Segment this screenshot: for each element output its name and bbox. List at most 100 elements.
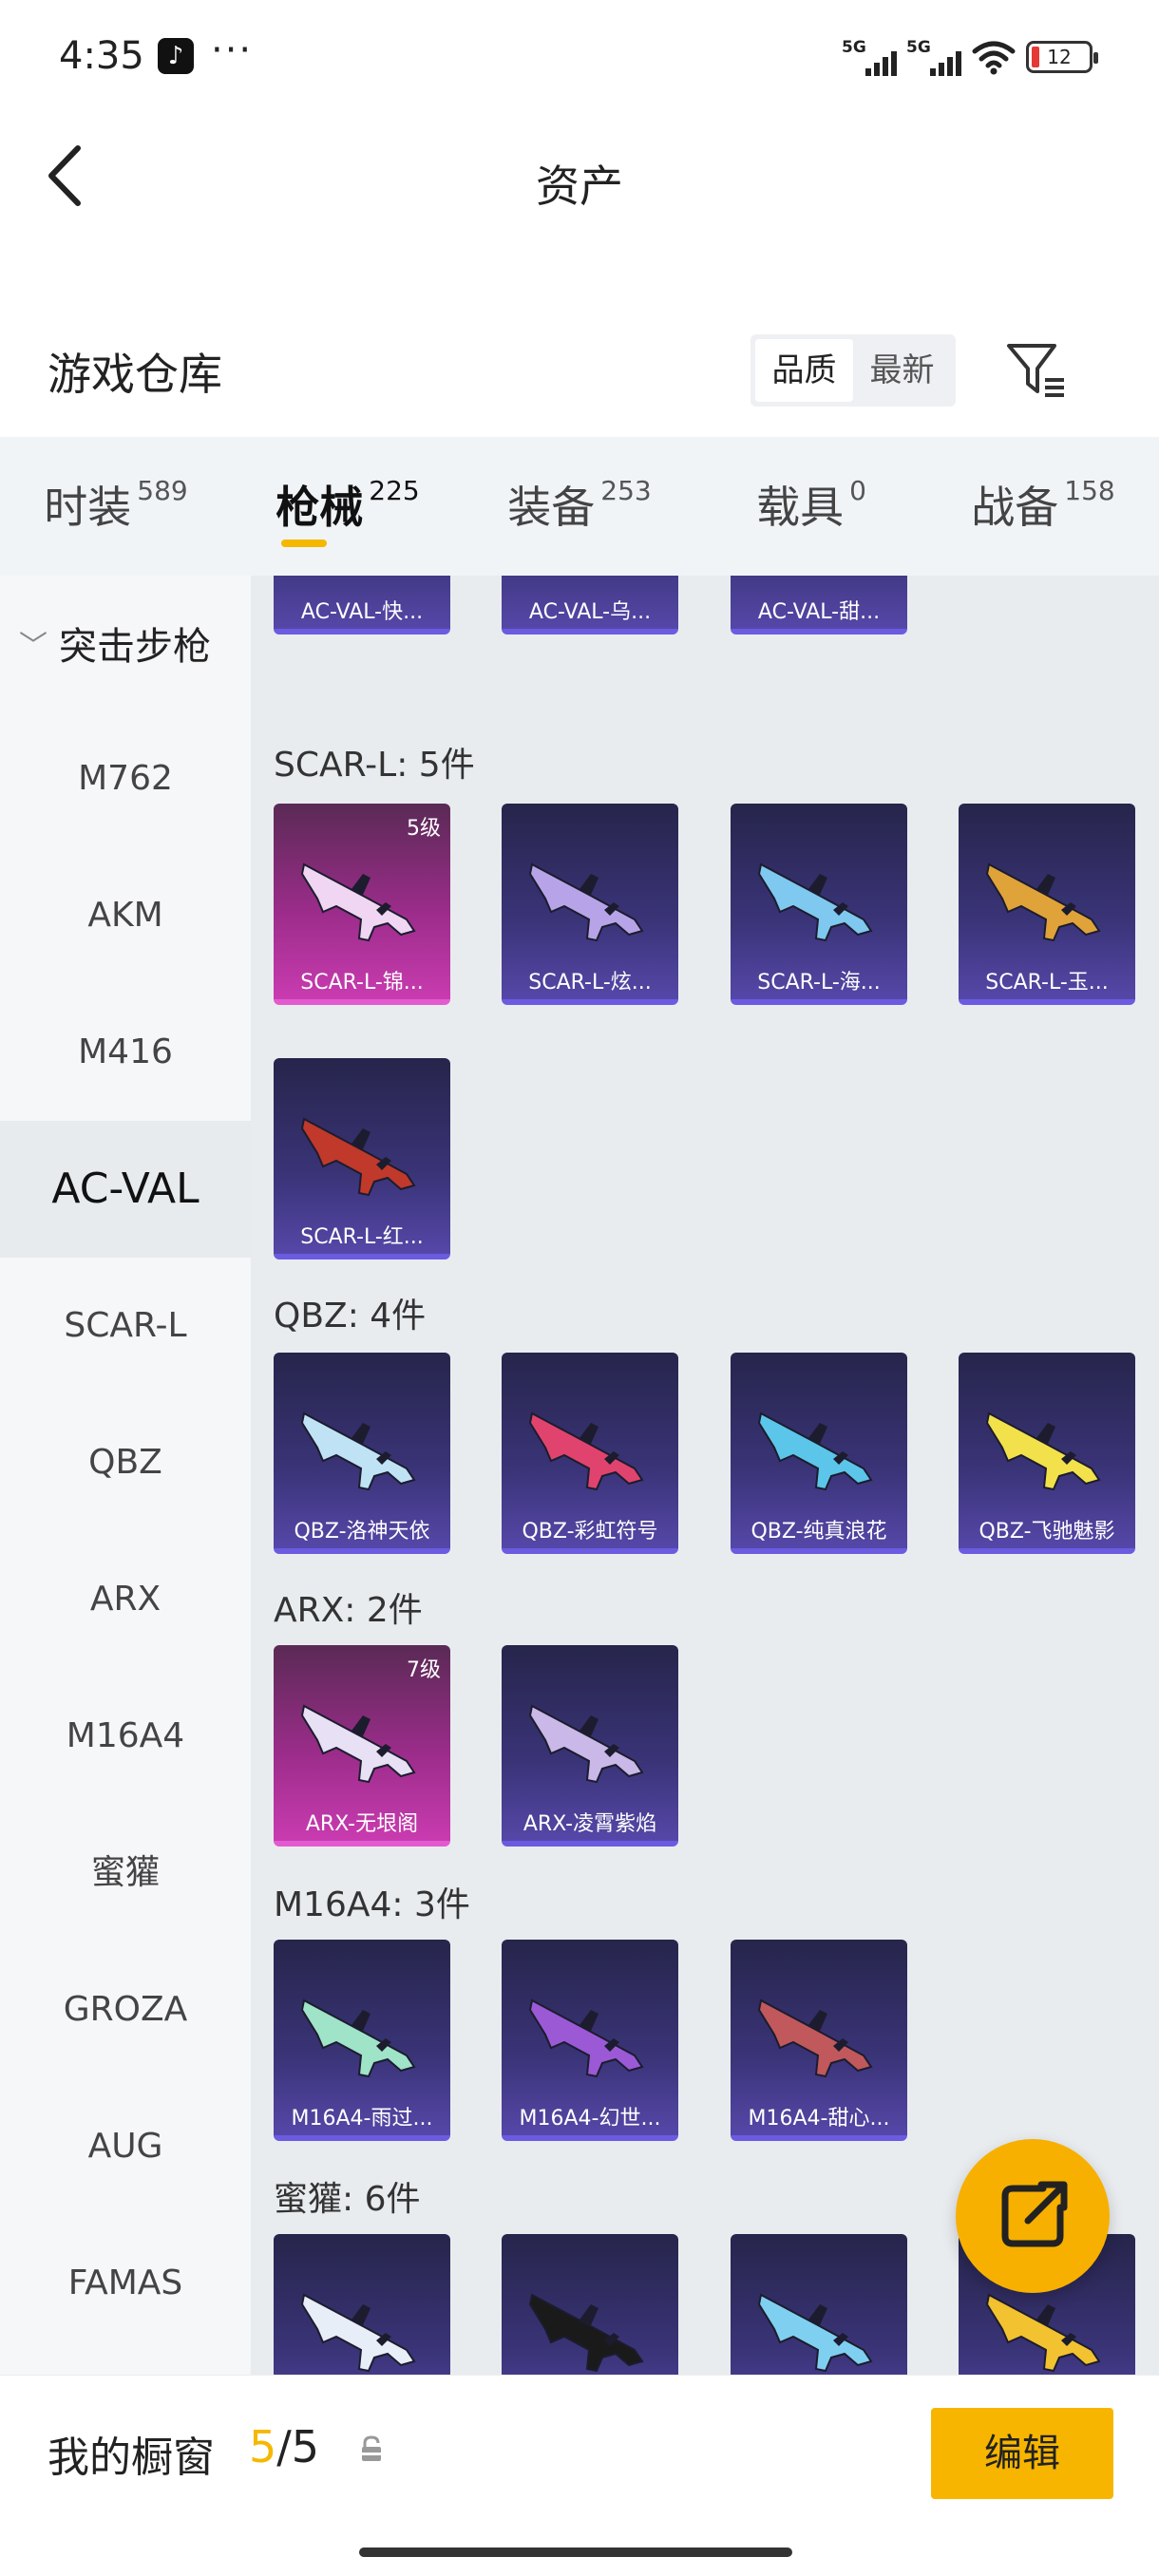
tab-label: 枪械 bbox=[276, 482, 364, 533]
sidebar-group-assault-rifle[interactable]: ﹀ 突击步枪 bbox=[0, 576, 251, 710]
weapon-skin-card[interactable]: QBZ-彩虹符号 bbox=[502, 1353, 678, 1554]
weapon-skin-card[interactable]: QBZ-飞驰魅影 bbox=[959, 1353, 1135, 1554]
nav-bar: 资产 bbox=[0, 114, 1159, 237]
lock-icon bbox=[359, 2434, 384, 2463]
weapon-skin-card[interactable]: SCAR-L-红... bbox=[274, 1058, 450, 1260]
share-button[interactable] bbox=[956, 2139, 1110, 2293]
sidebar-item-m762[interactable]: M762 bbox=[0, 710, 251, 847]
showcase-title: 我的橱窗 bbox=[48, 2434, 215, 2482]
sidebar-item-qbz[interactable]: QBZ bbox=[0, 1394, 251, 1531]
weapon-skin-card[interactable]: ARX-凌霄紫焰 bbox=[502, 1645, 678, 1847]
rifle-icon bbox=[757, 1411, 873, 1491]
tab-label: 载具 bbox=[756, 482, 845, 533]
rifle-icon bbox=[300, 862, 416, 942]
rifle-icon bbox=[985, 1411, 1101, 1491]
battery-icon: 12 bbox=[1026, 41, 1098, 73]
weapon-skin-name: SCAR-L-炫... bbox=[528, 971, 652, 994]
showcase-bar: 我的橱窗 5/5 编辑 bbox=[0, 2375, 1159, 2576]
sidebar-item-scar-l[interactable]: SCAR-L bbox=[0, 1258, 251, 1394]
weapon-skin-card[interactable] bbox=[502, 2234, 678, 2375]
rifle-icon bbox=[757, 862, 873, 942]
tab-vehicles[interactable]: 载具 0 bbox=[695, 437, 927, 576]
warehouse-title: 游戏仓库 bbox=[48, 349, 222, 400]
group-title: QBZ: 4件 bbox=[274, 1297, 427, 1335]
weapon-skin-name: ARX-无垠阁 bbox=[305, 1812, 419, 1836]
tab-count: 158 bbox=[1064, 475, 1115, 506]
sidebar-item-honey-badger[interactable]: 蜜獾 bbox=[0, 1805, 251, 1941]
weapon-skin-card[interactable] bbox=[274, 2234, 450, 2375]
weapon-skin-name: QBZ-彩虹符号 bbox=[522, 1520, 658, 1544]
weapon-skin-card[interactable]: QBZ-洛神天依 bbox=[274, 1353, 450, 1554]
weapon-skin-name: M16A4-雨过... bbox=[291, 2107, 433, 2131]
tab-label: 时装 bbox=[44, 482, 132, 533]
category-tabs: 时装 589 枪械 225 装备 253 载具 0 战备 158 bbox=[0, 437, 1159, 576]
tab-count: 253 bbox=[600, 475, 652, 506]
sidebar-item-famas[interactable]: FAMAS bbox=[0, 2215, 251, 2352]
sidebar-item-m416[interactable]: M416 bbox=[0, 984, 251, 1121]
status-bar: 4:35 ♪ ··· 5G 5G 12 bbox=[0, 0, 1159, 114]
showcase-count: 5/5 bbox=[249, 2421, 320, 2472]
sidebar-item-ac-val[interactable]: AC-VAL bbox=[0, 1121, 251, 1258]
status-icons: 5G 5G 12 bbox=[842, 36, 1098, 78]
showcase-total: 5 bbox=[291, 2421, 320, 2472]
weapon-skin-name: SCAR-L-玉... bbox=[985, 971, 1109, 994]
weapon-skin-name: SCAR-L-红... bbox=[300, 1225, 424, 1249]
sidebar-item-groza[interactable]: GROZA bbox=[0, 1941, 251, 2078]
showcase-current: 5 bbox=[249, 2421, 277, 2472]
sort-quality-option[interactable]: 品质 bbox=[755, 339, 853, 402]
weapon-skin-card[interactable]: QBZ-纯真浪花 bbox=[731, 1353, 907, 1554]
tab-equipment[interactable]: 装备 253 bbox=[464, 437, 695, 576]
rifle-icon bbox=[985, 862, 1101, 942]
sidebar-item-m16a4[interactable]: M16A4 bbox=[0, 1668, 251, 1805]
rifle-icon bbox=[294, 576, 429, 579]
status-time: 4:35 bbox=[59, 34, 144, 78]
weapon-skin-card[interactable]: AC-VAL-甜... bbox=[731, 576, 907, 635]
tab-count: 589 bbox=[137, 475, 188, 506]
filter-icon[interactable] bbox=[1005, 340, 1068, 401]
weapon-skin-name: QBZ-飞驰魅影 bbox=[978, 1520, 1115, 1544]
rifle-icon bbox=[751, 576, 886, 579]
weapon-skin-card[interactable]: M16A4-幻世... bbox=[502, 1940, 678, 2141]
weapon-skin-name: AC-VAL-甜... bbox=[757, 600, 881, 624]
rifle-icon bbox=[300, 1704, 416, 1784]
level-badge: 5级 bbox=[407, 817, 441, 841]
rifle-icon bbox=[300, 1411, 416, 1491]
sort-newest-option[interactable]: 最新 bbox=[853, 339, 951, 402]
tab-count: 0 bbox=[849, 475, 866, 506]
rifle-icon bbox=[528, 1998, 644, 2078]
weapon-skin-card[interactable]: SCAR-L-炫... bbox=[502, 804, 678, 1005]
signal-label: 5G bbox=[842, 38, 866, 57]
weapon-skin-card[interactable]: SCAR-L-海... bbox=[731, 804, 907, 1005]
weapon-skin-card[interactable]: SCAR-L-玉... bbox=[959, 804, 1135, 1005]
sidebar-item-arx[interactable]: ARX bbox=[0, 1531, 251, 1668]
weapon-skin-card[interactable]: AC-VAL-快... bbox=[274, 576, 450, 635]
tab-guns[interactable]: 枪械 225 bbox=[232, 437, 464, 576]
weapon-skin-card[interactable]: M16A4-甜心... bbox=[731, 1940, 907, 2141]
home-indicator bbox=[359, 2548, 792, 2557]
tab-fashion[interactable]: 时装 589 bbox=[0, 437, 232, 576]
rifle-icon bbox=[300, 1998, 416, 2078]
weapon-skin-name: ARX-凌霄紫焰 bbox=[522, 1812, 657, 1836]
weapon-skin-card[interactable] bbox=[731, 2234, 907, 2375]
weapon-skin-name: M16A4-幻世... bbox=[519, 2107, 661, 2131]
edit-button[interactable]: 编辑 bbox=[931, 2408, 1113, 2499]
tab-underline bbox=[281, 540, 327, 547]
warehouse-header: 游戏仓库 品质 最新 bbox=[0, 313, 1159, 427]
weapon-skin-card[interactable]: M16A4-雨过... bbox=[274, 1940, 450, 2141]
weapon-skin-name: QBZ-纯真浪花 bbox=[750, 1520, 887, 1544]
sidebar-item-akm[interactable]: AKM bbox=[0, 847, 251, 984]
signal-icon: 5G bbox=[906, 38, 961, 76]
rifle-icon bbox=[757, 1998, 873, 2078]
share-icon bbox=[1001, 2181, 1068, 2247]
chevron-down-icon: ﹀ bbox=[19, 630, 48, 663]
sidebar-item-aug[interactable]: AUG bbox=[0, 2078, 251, 2215]
tab-tactical[interactable]: 战备 158 bbox=[927, 437, 1159, 576]
weapon-skin-card[interactable]: 7级 ARX-无垠阁 bbox=[274, 1645, 450, 1847]
rifle-icon bbox=[300, 1117, 416, 1197]
weapon-skin-card[interactable]: 5级 SCAR-L-锦... bbox=[274, 804, 450, 1005]
weapon-skin-name: SCAR-L-海... bbox=[757, 971, 881, 994]
weapon-skin-card[interactable]: AC-VAL-乌... bbox=[502, 576, 678, 635]
weapon-skin-name: QBZ-洛神天依 bbox=[294, 1520, 430, 1544]
battery-level: 12 bbox=[1047, 46, 1072, 68]
tab-label: 装备 bbox=[507, 482, 596, 533]
